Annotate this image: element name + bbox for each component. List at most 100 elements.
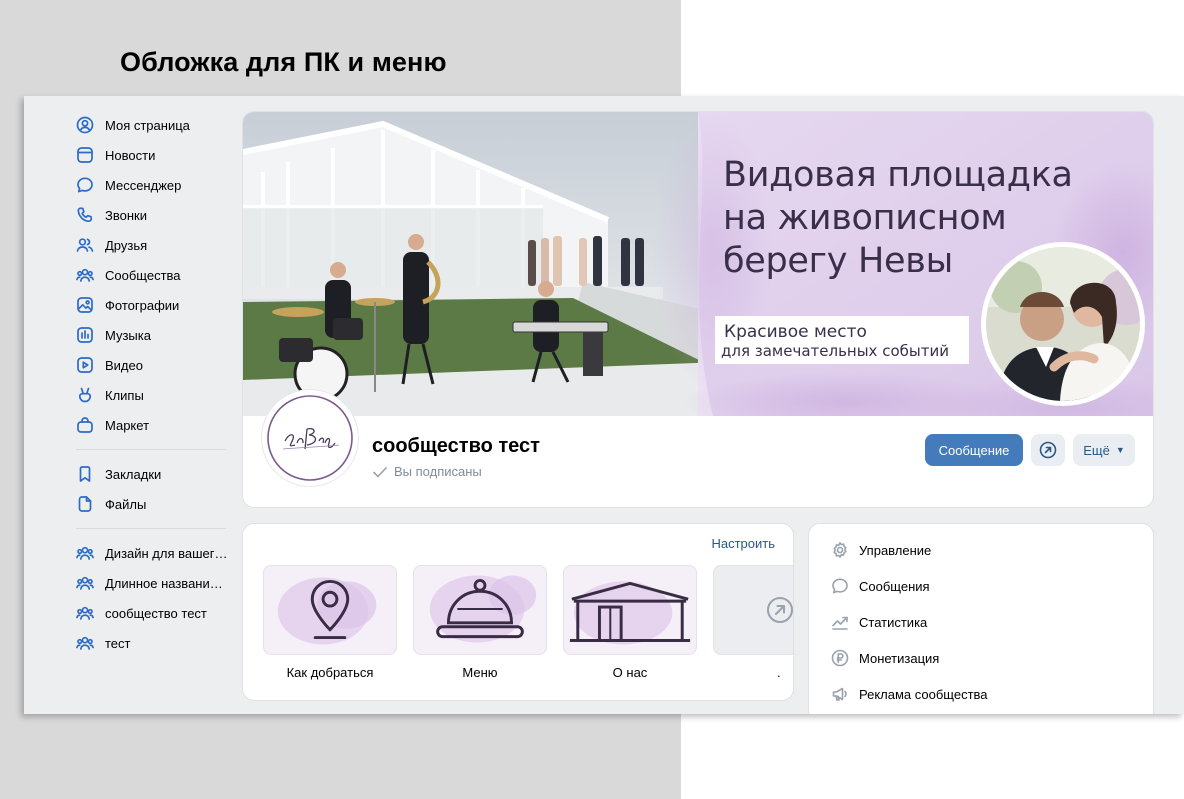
video-icon bbox=[76, 356, 94, 374]
phone-icon bbox=[76, 206, 94, 224]
communities-icon bbox=[76, 544, 94, 562]
sidebar-group-test[interactable]: тест bbox=[76, 628, 230, 658]
sidebar-divider bbox=[76, 528, 226, 529]
admin-item-label: Монетизация bbox=[859, 650, 940, 666]
sidebar-item-label: Клипы bbox=[105, 387, 144, 403]
clips-icon bbox=[76, 386, 94, 404]
group-name: сообщество тест bbox=[372, 435, 540, 457]
building-icon bbox=[569, 581, 691, 645]
sidebar-item-bookmarks[interactable]: Закладки bbox=[76, 459, 230, 489]
admin-item-label: Статистика bbox=[859, 614, 928, 630]
menu-item-more[interactable]: . bbox=[713, 565, 793, 680]
sidebar-item-communities[interactable]: Сообщества bbox=[76, 260, 230, 290]
menu-thumb bbox=[413, 565, 547, 655]
sidebar-item-video[interactable]: Видео bbox=[76, 350, 230, 380]
sidebar-item-friends[interactable]: Друзья bbox=[76, 230, 230, 260]
vk-community-window: Моя страница Новости Мессенджер Звонки Д… bbox=[24, 96, 1184, 714]
sidebar-item-music[interactable]: Музыка bbox=[76, 320, 230, 350]
menu-thumb bbox=[713, 565, 793, 655]
cover-headline-line1: Видовая площадка bbox=[723, 155, 1073, 195]
subscription-status[interactable]: Вы подписаны bbox=[372, 464, 482, 479]
menu-item-menu[interactable]: Меню bbox=[413, 565, 547, 680]
share-button[interactable] bbox=[1031, 434, 1065, 466]
sidebar-item-label: Моя страница bbox=[105, 117, 190, 133]
sidebar-item-label: Маркет bbox=[105, 417, 150, 433]
location-pin-icon bbox=[277, 577, 377, 645]
market-bag-icon bbox=[76, 416, 94, 434]
sidebar-divider bbox=[76, 449, 226, 450]
message-button[interactable]: Сообщение bbox=[925, 434, 1023, 466]
user-circle-icon bbox=[76, 116, 94, 134]
menu-item-label: Как добраться bbox=[286, 665, 374, 680]
menu-item-about[interactable]: О нас bbox=[563, 565, 697, 680]
admin-item-label: Управление bbox=[859, 542, 932, 558]
communities-icon bbox=[76, 574, 94, 592]
group-avatar[interactable] bbox=[262, 390, 358, 486]
group-header-card: Видовая площадка на живописном берегу Не… bbox=[242, 111, 1154, 508]
menu-thumb bbox=[563, 565, 697, 655]
sidebar-item-label: Новости bbox=[105, 147, 156, 163]
cover-subtitle-line1: Красивое место bbox=[724, 322, 867, 342]
share-arrow-icon bbox=[1039, 441, 1057, 459]
photo-icon bbox=[76, 296, 94, 314]
menu-item-label: О нас bbox=[612, 665, 648, 680]
sidebar-item-clips[interactable]: Клипы bbox=[76, 380, 230, 410]
sidebar-item-calls[interactable]: Звонки bbox=[76, 200, 230, 230]
sidebar-group-long-name[interactable]: Длинное названи… bbox=[76, 568, 230, 598]
cover-headline-line2: на живописном bbox=[723, 198, 1007, 238]
couple-photo-circle bbox=[981, 242, 1145, 406]
sidebar-item-my-page[interactable]: Моя страница bbox=[76, 110, 230, 140]
music-icon bbox=[76, 326, 94, 344]
sidebar-item-market[interactable]: Маркет bbox=[76, 410, 230, 440]
sidebar-item-label: Длинное названи… bbox=[105, 575, 223, 591]
chevron-down-icon: ▼ bbox=[1115, 445, 1125, 455]
za-beregom-logo bbox=[267, 395, 353, 481]
chat-bubble-icon bbox=[76, 176, 94, 194]
admin-item-management[interactable]: Управление bbox=[831, 541, 931, 559]
stats-icon bbox=[831, 613, 849, 631]
subscription-status-label: Вы подписаны bbox=[394, 464, 482, 479]
sidebar-item-label: Мессенджер bbox=[105, 177, 182, 193]
gear-icon bbox=[831, 541, 849, 559]
sidebar-group-design[interactable]: Дизайн для вашег… bbox=[76, 538, 230, 568]
sidebar-item-label: Звонки bbox=[105, 207, 147, 223]
left-sidebar: Моя страница Новости Мессенджер Звонки Д… bbox=[76, 110, 230, 658]
sidebar-item-messenger[interactable]: Мессенджер bbox=[76, 170, 230, 200]
sidebar-item-label: Дизайн для вашег… bbox=[105, 545, 228, 561]
admin-item-ads[interactable]: Реклама сообщества bbox=[831, 685, 988, 703]
sidebar-item-label: сообщество тест bbox=[105, 605, 207, 621]
sidebar-item-label: Друзья bbox=[105, 237, 148, 253]
admin-item-statistics[interactable]: Статистика bbox=[831, 613, 927, 631]
menu-item-directions[interactable]: Как добраться bbox=[263, 565, 397, 680]
sidebar-item-label: Файлы bbox=[105, 496, 147, 512]
chat-bubble-icon bbox=[831, 577, 849, 595]
megaphone-icon bbox=[831, 685, 849, 703]
sidebar-group-test-community[interactable]: сообщество тест bbox=[76, 598, 230, 628]
configure-menu-link[interactable]: Настроить bbox=[711, 536, 775, 551]
communities-icon bbox=[76, 604, 94, 622]
sidebar-item-news[interactable]: Новости bbox=[76, 140, 230, 170]
sidebar-item-label: Видео bbox=[105, 357, 143, 373]
ruble-icon bbox=[831, 649, 849, 667]
admin-item-messages[interactable]: Сообщения bbox=[831, 577, 930, 595]
sidebar-item-label: Сообщества bbox=[105, 267, 181, 283]
cover-image: Видовая площадка на живописном берегу Не… bbox=[243, 112, 1153, 416]
sidebar-item-label: Фотографии bbox=[105, 297, 180, 313]
sidebar-item-label: тест bbox=[105, 635, 131, 651]
checkmark-icon bbox=[373, 466, 387, 477]
admin-item-label: Реклама сообщества bbox=[859, 686, 988, 702]
file-icon bbox=[76, 495, 94, 513]
menu-item-label: . bbox=[777, 665, 781, 680]
couple-photo bbox=[986, 247, 1140, 401]
menu-item-label: Меню bbox=[462, 665, 498, 680]
cloche-icon bbox=[429, 575, 537, 643]
admin-item-monetization[interactable]: Монетизация bbox=[831, 649, 939, 667]
friends-icon bbox=[76, 236, 94, 254]
more-button[interactable]: Ещё ▼ bbox=[1073, 434, 1135, 466]
cover-subtitle-plate: Красивое место для замечательных событий bbox=[715, 316, 969, 364]
sidebar-item-photos[interactable]: Фотографии bbox=[76, 290, 230, 320]
communities-icon bbox=[76, 634, 94, 652]
menu-thumb bbox=[263, 565, 397, 655]
sidebar-item-files[interactable]: Файлы bbox=[76, 489, 230, 519]
admin-item-label: Сообщения bbox=[859, 578, 930, 594]
